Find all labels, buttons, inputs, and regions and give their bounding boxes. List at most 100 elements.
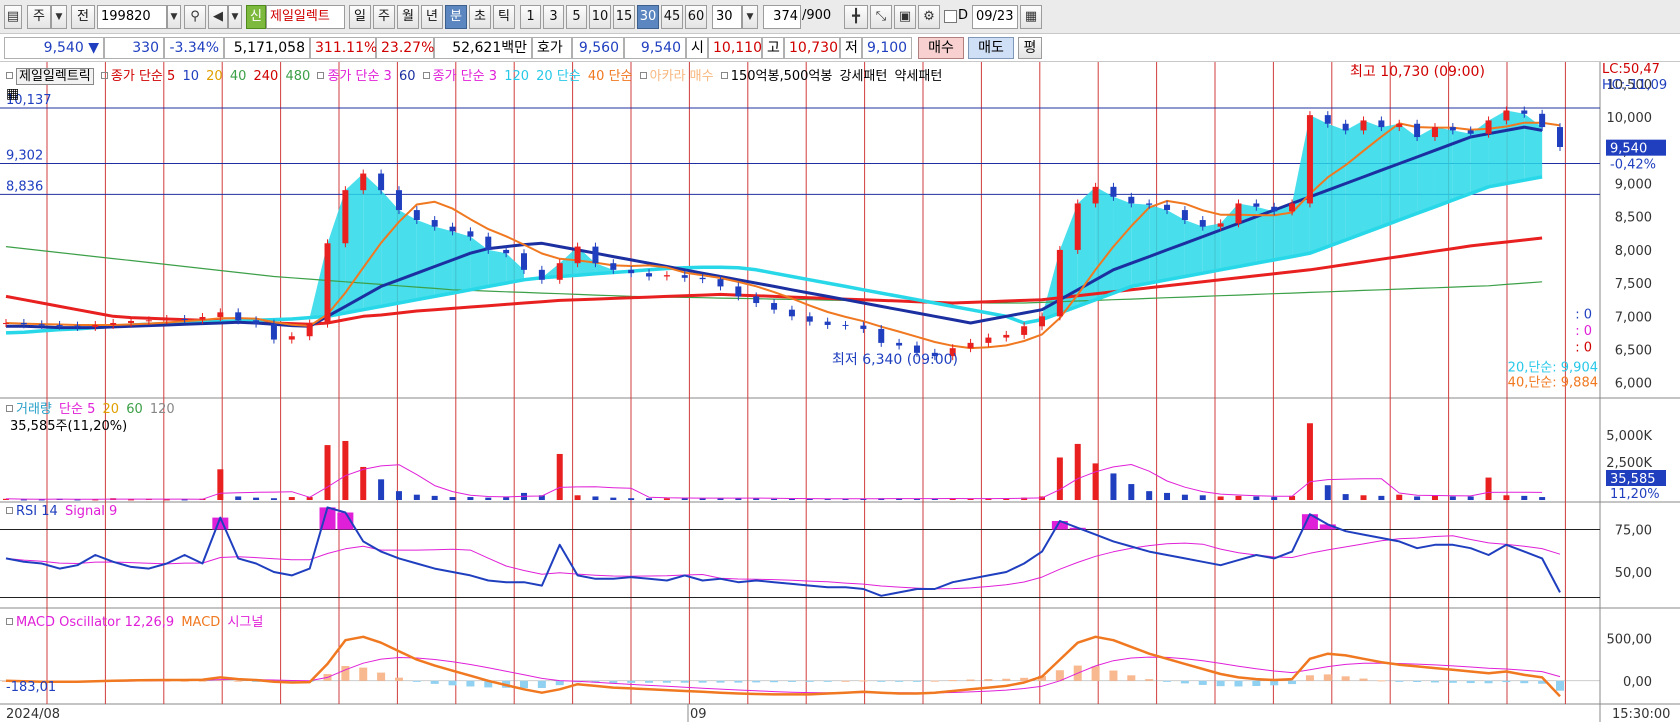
price-tick-label: 7,500 [1615,277,1652,292]
macd-osc-bar [1413,680,1422,683]
low-annotation: 최저 6,340 (09:00) [832,352,958,368]
new-badge[interactable]: 신 [246,5,266,29]
minute-3[interactable]: 3 [543,5,564,29]
macd-osc-bar [1323,674,1332,681]
minute-30[interactable]: 30 [637,5,659,29]
legend-ma1-p10: 10 [182,69,199,84]
stock-name-field[interactable]: 제일일렉트 [266,5,345,29]
period-week[interactable]: 주 [373,5,395,29]
gear-icon[interactable]: ⚙ [918,5,940,29]
candle-body [306,323,313,337]
candle-body [163,318,170,321]
volume-bar [1396,494,1403,500]
candle-body [878,328,885,343]
layout-icon[interactable]: ▤ [4,5,22,29]
candle-body [771,303,778,310]
legend-ma1-p480: 480 [285,69,311,84]
minute-60[interactable]: 60 [685,5,707,29]
search-icon[interactable]: ⚲ [184,5,206,29]
volume-bar [1056,457,1063,500]
candle-type-icon[interactable]: ╋ [844,5,868,29]
legend-toggle-icon[interactable] [100,72,108,79]
volume-bar [270,498,277,500]
volume-bar [1324,485,1331,500]
minute-15[interactable]: 15 [613,5,635,29]
volume-bar [1128,484,1135,500]
candle-body [1199,220,1206,227]
candle-body [1521,110,1528,114]
sell-button[interactable]: 매도 [968,37,1014,59]
legend-toggle-icon[interactable] [639,72,647,79]
candle-body [128,320,135,323]
stock-code-input[interactable]: 199820 [97,5,167,29]
eval-button[interactable]: 평 [1018,37,1042,59]
period-day[interactable]: 일 [349,5,371,29]
volume-box-label: 35,585 [1610,472,1656,487]
market-dropdown-icon[interactable]: ▼ [51,5,67,29]
candle-body [74,325,81,327]
legend-toggle-icon[interactable] [422,72,430,79]
legend-stock-name[interactable]: 제일일렉트릭 [16,68,94,85]
legend-toggle-icon[interactable] [720,72,728,79]
down-arrow-icon: ▼ [88,40,99,56]
legend-toggle-icon[interactable] [6,72,13,79]
legend-toggle-icon[interactable] [6,405,13,412]
legend-ma1-p40: 40 [229,69,247,84]
minute-select[interactable]: 30 [712,5,742,29]
volume-bar [413,494,420,500]
line-tool-icon[interactable]: ⤡ [870,5,892,29]
period-minute[interactable]: 분 [445,5,467,29]
period-month[interactable]: 월 [397,5,419,29]
candle-body [646,273,653,277]
legend-toggle-icon[interactable] [317,72,325,79]
macd-osc-bar [1359,678,1368,681]
macd-osc-bar [662,680,671,683]
legend-toggle-icon[interactable] [6,618,13,625]
minute-1[interactable]: 1 [520,5,541,29]
current-price-value: 9,540 [43,40,84,56]
low-price: 9,100 [862,37,912,59]
candle-body [1235,203,1242,224]
speaker-dropdown-icon[interactable]: ▼ [228,5,242,29]
legend-ma2-p60: 60 [398,69,416,84]
volume-bar [235,496,242,500]
macd-osc-bar [805,680,814,682]
zero-label: : 0 [1575,324,1592,339]
minute-10[interactable]: 10 [589,5,611,29]
macd-legend-osc: MACD Oscillator 12,26,9 [16,615,175,630]
prev-stock-button[interactable]: 전 [71,5,95,29]
rsi-tick-label: 75,00 [1615,524,1652,539]
ma-band-fill [452,231,471,294]
calendar-icon[interactable]: ▦ [1020,5,1042,29]
date-input[interactable]: 09/23 [972,5,1018,29]
candle-body [1039,316,1045,327]
minute-45[interactable]: 45 [661,5,683,29]
period-year[interactable]: 년 [421,5,443,29]
candle-body [1360,120,1367,131]
ma-band-fill [398,210,417,304]
speaker-icon[interactable]: ◀ [208,5,228,29]
volume-bar [503,497,510,500]
volume-bar [1539,497,1546,500]
buy-button[interactable]: 매수 [918,37,964,59]
count-input[interactable]: 374 [763,5,801,29]
macd-osc-bar [394,677,403,681]
volume-bar [1164,492,1171,500]
volume-bar [1378,495,1385,500]
candle-body [1164,204,1171,211]
ma40-value-label: 40,단순: 9,884 [1508,376,1598,391]
code-dropdown-icon[interactable]: ▼ [167,5,181,29]
quote-bar: 9,540 ▼ 330 -3.34% 5,171,058 311.11% 23.… [0,34,1680,62]
ma-band-fill [1417,127,1435,214]
period-tick[interactable]: 틱 [493,5,515,29]
macd-legend-signal: 시그널 [227,615,264,630]
macd-osc-bar [1377,680,1386,682]
legend-toggle-icon[interactable] [6,507,13,514]
save-icon[interactable]: ▣ [894,5,916,29]
table-icon[interactable]: ▦ [6,86,19,102]
period-second[interactable]: 초 [469,5,491,29]
market-select[interactable]: 주 [27,5,51,29]
minute-dropdown-icon[interactable]: ▼ [742,5,758,29]
minute-5[interactable]: 5 [566,5,587,29]
date-checkbox[interactable] [944,10,957,23]
